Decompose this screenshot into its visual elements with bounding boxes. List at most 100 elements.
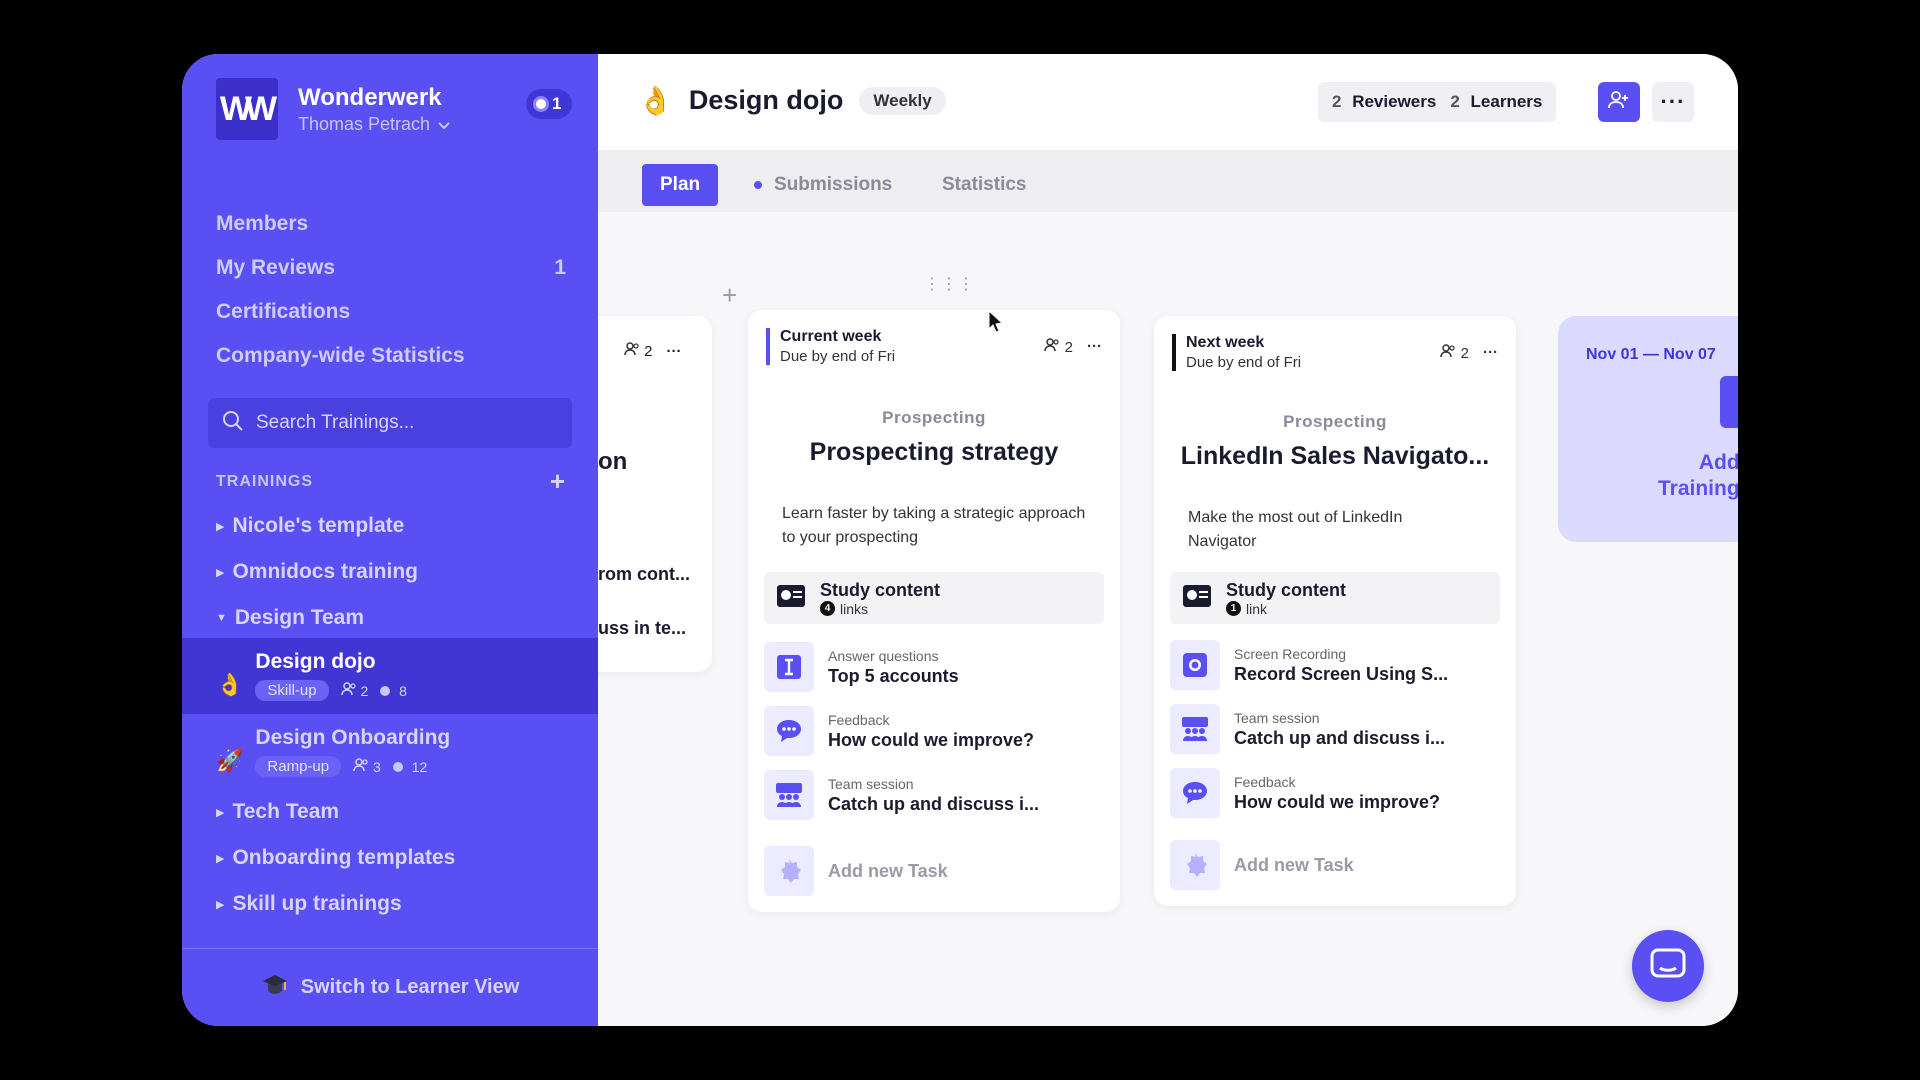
study-title: Study content xyxy=(1226,579,1346,600)
study-content-icon xyxy=(776,582,806,615)
title-area: 👌 Design dojo Weekly xyxy=(638,84,946,117)
members-count-value: 2 xyxy=(644,343,653,360)
card-title[interactable]: Prospecting strategy xyxy=(748,438,1120,467)
study-content-row[interactable]: Study content 1 link xyxy=(1170,572,1500,624)
tab-statistics[interactable]: Statistics xyxy=(942,164,1026,206)
learners-summary[interactable]: 2 Learners xyxy=(1450,92,1542,112)
card-description: Make the most out of LinkedIn Navigator xyxy=(1188,509,1403,550)
add-training-card[interactable]: Nov 01 — Nov 07 Add Training xyxy=(1558,316,1738,542)
tree-item-onboarding-templates[interactable]: ▶ Onboarding templates xyxy=(216,846,455,870)
task-name: Record Screen Using S... xyxy=(1234,663,1449,684)
task-item[interactable]: Screen Recording Record Screen Using S..… xyxy=(1170,640,1500,690)
new-badge-icon xyxy=(764,846,814,896)
add-task-button[interactable]: Add new Task xyxy=(1170,840,1500,890)
links-count: 4 xyxy=(820,601,835,616)
add-member-button[interactable] xyxy=(1598,82,1640,122)
add-training-label-line2: Training xyxy=(1658,477,1738,500)
task-item[interactable]: Team session Catch up and discuss i... xyxy=(764,770,1104,820)
main-content: 👌 Design dojo Weekly 2 Reviewers 2 Learn… xyxy=(598,54,1738,1026)
date-range: Nov 01 — Nov 07 xyxy=(1586,346,1716,363)
mouse-cursor-icon xyxy=(988,309,1004,337)
task-item[interactable]: Feedback How could we improve? xyxy=(1170,768,1500,818)
task-item[interactable]: Feedback How could we improve? xyxy=(764,706,1104,756)
tree-item-omnidocs[interactable]: ▶ Omnidocs training xyxy=(216,560,418,584)
drag-handle-icon[interactable]: ⋮⋮⋮ xyxy=(924,274,975,294)
people-icon xyxy=(1440,343,1460,362)
frequency-badge[interactable]: Weekly xyxy=(859,86,946,115)
record-icon xyxy=(1170,640,1220,690)
tree-item-tech-team[interactable]: ▶ Tech Team xyxy=(216,800,339,824)
task-kind: Screen Recording xyxy=(1234,645,1347,662)
task-kind: Answer questions xyxy=(828,647,939,664)
reviewers-summary[interactable]: 2 Reviewers xyxy=(1332,92,1436,112)
notification-count: 1 xyxy=(552,94,562,113)
org-switcher[interactable]: WW Wonderwerk Thomas Petrach xyxy=(216,78,450,140)
tree-item-design-team[interactable]: ▼ Design Team xyxy=(216,606,364,630)
notification-badge[interactable]: 1 xyxy=(526,89,572,119)
people-icon xyxy=(1044,337,1064,356)
sidebar-item-my-reviews[interactable]: My Reviews 1 xyxy=(216,246,566,290)
training-item-design-onboarding[interactable]: 🚀 Design Onboarding Ramp-up 3 12 xyxy=(216,726,450,777)
add-week-plus-icon[interactable]: + xyxy=(722,280,737,311)
learners-count: 2 xyxy=(1450,92,1460,111)
app-window: WW Wonderwerk Thomas Petrach 1 Members M… xyxy=(182,54,1738,1026)
card-title[interactable]: LinkedIn Sales Navigato... xyxy=(1154,442,1516,471)
tree-item-label: Tech Team xyxy=(232,800,340,823)
sidebar-item-company-statistics[interactable]: Company-wide Statistics xyxy=(216,334,566,378)
tree-item-nicole-template[interactable]: ▶ Nicole's template xyxy=(216,514,404,538)
org-logo: WW xyxy=(216,78,278,140)
card-description: Learn faster by taking a strategic appro… xyxy=(782,505,1086,546)
task-name-fragment: rom cont... xyxy=(598,564,691,584)
page-header: 👌 Design dojo Weekly 2 Reviewers 2 Learn… xyxy=(598,54,1738,150)
search-input[interactable] xyxy=(256,412,556,434)
add-task-button[interactable]: Add new Task xyxy=(764,846,1104,896)
training-title: Design Onboarding xyxy=(255,726,451,749)
task-item[interactable]: Answer questions Top 5 accounts xyxy=(764,642,1104,692)
tree-item-skill-up[interactable]: ▶ Skill up trainings xyxy=(216,892,402,916)
add-training-plus-button[interactable] xyxy=(1720,376,1738,428)
week-title: Next week xyxy=(1186,334,1265,351)
study-links: 1 link xyxy=(1226,601,1346,617)
add-training-plus-icon[interactable]: + xyxy=(550,466,566,497)
search-trainings[interactable] xyxy=(208,398,572,448)
sidebar-nav: Members My Reviews 1 Certifications Comp… xyxy=(216,202,566,378)
members-count[interactable]: 2 xyxy=(1044,337,1073,356)
tab-submissions[interactable]: Submissions xyxy=(754,164,892,206)
sidebar-item-members[interactable]: Members xyxy=(216,202,566,246)
tree-item-label: Skill up trainings xyxy=(232,892,402,915)
training-item-design-dojo[interactable]: 👌 Design dojo Skill-up 2 8 xyxy=(216,650,407,701)
more-options-button[interactable]: ··· xyxy=(1652,82,1694,122)
study-title: Study content xyxy=(820,579,940,600)
support-chat-button[interactable] xyxy=(1632,930,1704,1002)
members-count: 2 xyxy=(340,682,368,699)
task-name: How could we improve? xyxy=(828,729,1035,750)
caret-right-icon: ▶ xyxy=(216,898,225,911)
week-card-current[interactable]: Current week Due by end of Fri 2 ··· Pro… xyxy=(748,310,1120,912)
people-summary[interactable]: 2 Reviewers 2 Learners xyxy=(1318,82,1557,122)
tree-item-label: Omnidocs training xyxy=(232,560,418,583)
study-links: 4 links xyxy=(820,601,940,617)
task-name: Catch up and discuss i... xyxy=(1234,727,1446,748)
card-more-icon[interactable]: ··· xyxy=(1483,344,1498,361)
items-dot-icon xyxy=(392,761,403,772)
task-item[interactable]: Team session Catch up and discuss i... xyxy=(1170,704,1500,754)
card-category: Prospecting xyxy=(882,408,986,427)
week-card-previous[interactable]: 2 ··· on rom cont... uss in te... xyxy=(598,316,712,672)
members-count[interactable]: 2 xyxy=(1440,343,1469,362)
members-count: 3 xyxy=(353,758,381,775)
task-name: Catch up and discuss i... xyxy=(828,793,1040,814)
week-card-next[interactable]: Next week Due by end of Fri 2 ··· Prospe… xyxy=(1154,316,1516,906)
sidebar-item-label: Certifications xyxy=(216,300,351,323)
items-count-value: 8 xyxy=(399,682,407,699)
card-more-icon[interactable]: ··· xyxy=(1087,338,1102,355)
chevron-down-icon xyxy=(438,114,450,135)
week-title: Current week xyxy=(780,328,882,345)
caret-right-icon: ▶ xyxy=(216,806,225,819)
card-title-fragment: on xyxy=(598,448,628,475)
switch-learner-view-button[interactable]: Switch to Learner View xyxy=(182,948,598,1026)
caret-right-icon: ▶ xyxy=(216,566,225,579)
study-content-row[interactable]: Study content 4 links xyxy=(764,572,1104,624)
tab-plan[interactable]: Plan xyxy=(642,164,719,206)
sidebar-item-certifications[interactable]: Certifications xyxy=(216,290,566,334)
card-more-icon[interactable]: ··· xyxy=(667,343,682,360)
